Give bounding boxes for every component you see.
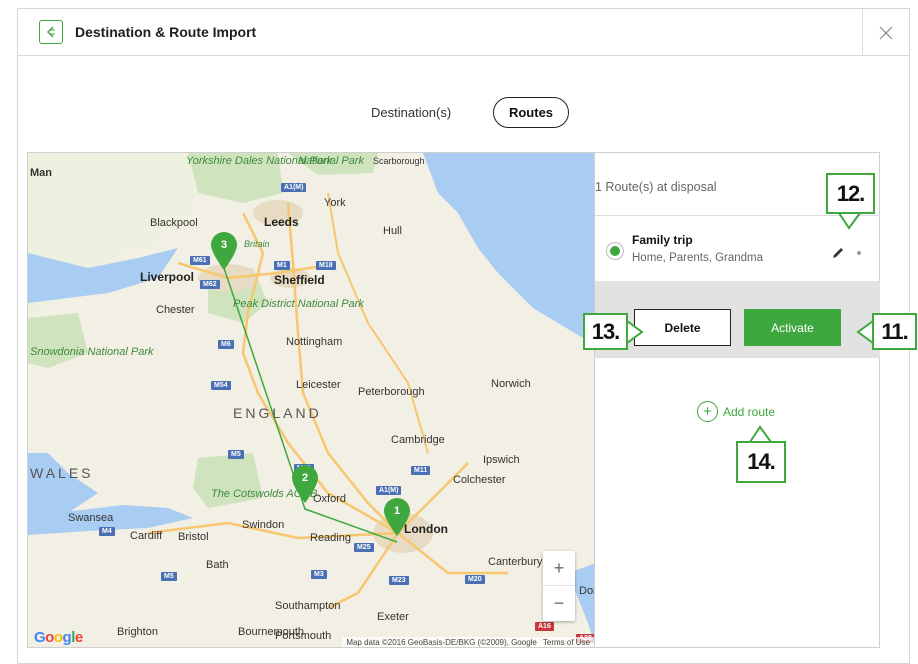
edit-icon[interactable]: [831, 246, 845, 260]
dialog-header: Destination & Route Import: [18, 9, 909, 56]
map-label-leicester: Leicester: [296, 379, 341, 391]
map-label-scarborough: Scarborough: [373, 156, 425, 166]
map-label-reading: Reading: [310, 532, 351, 544]
dialog-title: Destination & Route Import: [75, 24, 257, 40]
map-park-peak-district: Peak District National Park: [233, 298, 364, 310]
map-label-bristol: Bristol: [178, 531, 209, 543]
road-m25: M25: [354, 543, 374, 552]
tab-routes[interactable]: Routes: [493, 97, 569, 128]
road-m5-south: M5: [161, 572, 177, 581]
road-m11: M11: [411, 466, 431, 475]
attribution-text: Map data ©2016 GeoBasis-DE/BKG (©2009), …: [346, 638, 537, 647]
map-park-national: National Park: [298, 155, 365, 167]
map-label-colchester: Colchester: [453, 474, 506, 486]
map-label-canterbury: Canterbury: [488, 556, 543, 568]
map-label-wales: WALES: [30, 465, 94, 481]
map-label-peterborough: Peterborough: [358, 386, 425, 398]
route-name: Family trip: [632, 233, 693, 247]
map-label-blackpool: Blackpool: [150, 217, 198, 229]
close-icon: [879, 26, 893, 39]
map-label-cambridge: Cambridge: [391, 434, 445, 446]
map-label-brighton: Exeter: [377, 611, 409, 623]
map-label-leeds: Leeds: [264, 215, 299, 229]
callout-14: 14.: [736, 441, 786, 483]
road-m3: M3: [311, 570, 327, 579]
tab-bar: Destination(s) Routes: [18, 97, 909, 129]
map-label-swansea: Swansea: [68, 512, 114, 524]
road-m6: M6: [218, 340, 234, 349]
zoom-in-button[interactable]: +: [543, 551, 575, 586]
callout-11: 11.: [872, 313, 917, 350]
map-pin-3[interactable]: 3: [209, 231, 239, 271]
close-button[interactable]: [862, 9, 909, 56]
add-route-button[interactable]: + Add route: [697, 401, 775, 422]
road-m5-north: M5: [228, 450, 244, 459]
road-a16: A16: [535, 622, 554, 631]
road-m1: M1: [274, 261, 290, 270]
map-label-dor: Dor: [579, 585, 595, 597]
road-m23: M23: [389, 576, 409, 585]
map-label-britain: Britain: [244, 239, 270, 249]
more-options-icon[interactable]: [857, 251, 861, 255]
road-m20: M20: [465, 575, 485, 584]
map-label-exeter: Brighton: [117, 626, 158, 638]
zoom-out-button[interactable]: −: [543, 586, 575, 621]
map-label-southampton: Southampton: [275, 600, 341, 612]
road-a1m-south: A1(M): [376, 486, 402, 495]
terms-link[interactable]: Terms of Use: [543, 638, 590, 647]
road-m61: M61: [190, 256, 210, 265]
map-attribution: Map data ©2016 GeoBasis-DE/BKG (©2009), …: [342, 637, 594, 647]
plus-circle-icon: +: [697, 401, 718, 422]
map-label-ipswich: Ipswich: [483, 454, 520, 466]
road-m54: M54: [211, 381, 231, 390]
map-label-portsmouth: Portsmouth: [275, 630, 332, 642]
route-map[interactable]: Man Yorkshire Dales National Park Nation…: [27, 152, 595, 648]
callout-12: 12.: [826, 173, 875, 214]
map-label-cardiff: Cardiff: [130, 530, 163, 542]
callout-12-arrow: [838, 212, 861, 230]
callout-13: 13.: [583, 313, 628, 350]
callout-13-arrow: [626, 320, 644, 344]
map-pin-2[interactable]: 2: [290, 464, 320, 504]
map-label-bath: Bath: [206, 559, 229, 571]
map-pin-3-number: 3: [220, 239, 228, 251]
radio-selected-dot: [610, 246, 620, 256]
map-pin-2-number: 2: [301, 472, 309, 484]
map-label-hull: Hull: [383, 225, 402, 237]
map-pin-1[interactable]: 1: [382, 497, 412, 537]
map-label-nottingham: Nottingham: [286, 336, 343, 348]
map-label-sheffield: Sheffield: [274, 273, 325, 287]
map-label-york: York: [324, 197, 346, 209]
zoom-control: + −: [543, 551, 575, 621]
map-label-liverpool: Liverpool: [140, 270, 195, 284]
map-park-snowdonia: Snowdonia National Park: [30, 346, 154, 358]
road-m4: M4: [99, 527, 115, 536]
map-pin-1-number: 1: [393, 505, 401, 517]
tab-destinations[interactable]: Destination(s): [371, 105, 451, 120]
map-label-norwich: Norwich: [491, 378, 531, 390]
route-description: Home, Parents, Grandma: [632, 252, 764, 264]
add-route-label: Add route: [723, 404, 776, 419]
route-count: 1 Route(s) at disposal: [595, 180, 717, 194]
road-m62: M62: [200, 280, 220, 289]
google-logo[interactable]: Google: [34, 629, 83, 646]
activate-button[interactable]: Activate: [744, 309, 841, 346]
map-label-man: Man: [30, 167, 52, 179]
map-label-swindon: Swindon: [242, 519, 285, 531]
map-label-england: ENGLAND: [233, 405, 322, 421]
delete-button[interactable]: Delete: [634, 309, 731, 346]
route-app-icon: [39, 20, 63, 44]
road-m18: M18: [316, 261, 336, 270]
route-radio[interactable]: [606, 242, 624, 260]
map-label-chester: Chester: [156, 304, 195, 316]
road-a1m-north: A1(M): [281, 183, 307, 192]
